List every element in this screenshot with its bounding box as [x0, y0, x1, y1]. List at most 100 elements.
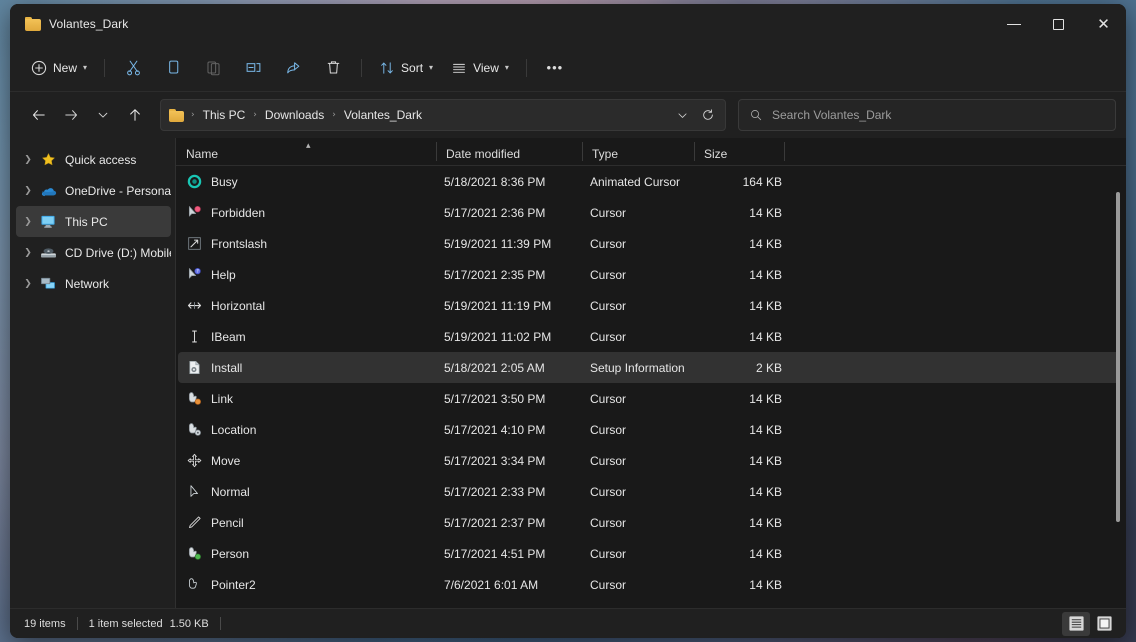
- scrollbar-thumb[interactable]: [1116, 192, 1120, 522]
- details-view-button[interactable]: [1062, 612, 1090, 636]
- back-button[interactable]: [24, 100, 54, 130]
- sidebar-item-label: Network: [65, 277, 109, 291]
- file-type: Cursor: [584, 547, 696, 561]
- close-button[interactable]: ✕: [1081, 4, 1126, 44]
- file-name-cell: IBeam: [182, 329, 438, 345]
- new-button[interactable]: New ▾: [22, 52, 96, 84]
- table-row[interactable]: Move 5/17/2021 3:34 PM Cursor 14 KB: [178, 445, 1120, 476]
- chevron-down-icon: ▾: [83, 63, 87, 72]
- table-row[interactable]: Horizontal 5/19/2021 11:19 PM Cursor 14 …: [178, 290, 1120, 321]
- sort-button[interactable]: Sort ▾: [370, 52, 442, 84]
- sidebar-item-cd-drive[interactable]: ❯ CD Drive (D:) Mobile: [16, 237, 171, 268]
- recent-locations-button[interactable]: [88, 100, 118, 130]
- table-row[interactable]: Frontslash 5/19/2021 11:39 PM Cursor 14 …: [178, 228, 1120, 259]
- arrow-left-icon: [31, 107, 47, 123]
- file-name: Frontslash: [211, 237, 267, 251]
- title-bar[interactable]: Volantes_Dark ✕: [10, 4, 1126, 44]
- breadcrumb-item-downloads[interactable]: Downloads: [259, 104, 330, 126]
- sidebar-item-this-pc[interactable]: ❯ This PC: [16, 206, 171, 237]
- file-date: 5/18/2021 8:36 PM: [438, 175, 584, 189]
- table-row[interactable]: Install 5/18/2021 2:05 AM Setup Informat…: [178, 352, 1120, 383]
- view-button[interactable]: View ▾: [442, 52, 518, 84]
- minimize-button[interactable]: [991, 4, 1036, 44]
- file-name: Forbidden: [211, 206, 265, 220]
- maximize-button[interactable]: [1036, 4, 1081, 44]
- file-type: Cursor: [584, 268, 696, 282]
- normal-cursor-icon: [186, 484, 202, 500]
- see-more-button[interactable]: •••: [535, 52, 575, 84]
- svg-text:?: ?: [196, 269, 198, 275]
- disc-icon: [38, 246, 58, 260]
- breadcrumb[interactable]: › This PC › Downloads › Volantes_Dark: [160, 99, 726, 131]
- sidebar-item-network[interactable]: ❯ Network: [16, 268, 171, 299]
- cut-button[interactable]: [113, 52, 153, 84]
- table-row[interactable]: Pointer2 7/6/2021 6:01 AM Cursor 14 KB: [178, 569, 1120, 600]
- copy-button[interactable]: [153, 52, 193, 84]
- table-row[interactable]: Normal 5/17/2021 2:33 PM Cursor 14 KB: [178, 476, 1120, 507]
- folder-icon: [169, 109, 185, 122]
- up-button[interactable]: [120, 100, 150, 130]
- rename-icon: [245, 59, 262, 76]
- search-input[interactable]: Search Volantes_Dark: [738, 99, 1116, 131]
- file-rows: Busy 5/18/2021 8:36 PM Animated Cursor 1…: [176, 166, 1126, 608]
- chevron-down-icon: [676, 109, 689, 122]
- file-size: 14 KB: [696, 423, 782, 437]
- refresh-button[interactable]: [695, 102, 721, 128]
- chevron-right-icon[interactable]: ❯: [18, 155, 38, 165]
- minimize-icon: [1007, 24, 1021, 25]
- table-row[interactable]: Location 5/17/2021 4:10 PM Cursor 14 KB: [178, 414, 1120, 445]
- large-icons-view-button[interactable]: [1090, 612, 1118, 636]
- file-size: 14 KB: [696, 237, 782, 251]
- paste-button[interactable]: [193, 52, 233, 84]
- status-bar: 19 items 1 item selected 1.50 KB: [10, 608, 1126, 638]
- file-size: 14 KB: [696, 330, 782, 344]
- busy-cursor-icon: [186, 174, 202, 190]
- table-row[interactable]: IBeam 5/19/2021 11:02 PM Cursor 14 KB: [178, 321, 1120, 352]
- share-button[interactable]: [273, 52, 313, 84]
- file-name-cell: Pencil: [182, 515, 438, 531]
- table-row[interactable]: Person 5/17/2021 4:51 PM Cursor 14 KB: [178, 538, 1120, 569]
- sort-icon: [379, 60, 395, 76]
- column-header-type[interactable]: Type: [582, 138, 694, 161]
- window-title: Volantes_Dark: [49, 17, 128, 31]
- chevron-right-icon[interactable]: ❯: [18, 186, 38, 196]
- file-size: 2 KB: [696, 361, 782, 375]
- table-row[interactable]: Forbidden 5/17/2021 2:36 PM Cursor 14 KB: [178, 197, 1120, 228]
- file-type: Setup Information: [584, 361, 696, 375]
- vertical-scrollbar[interactable]: [1112, 178, 1124, 594]
- breadcrumb-item-this-pc[interactable]: This PC: [197, 104, 252, 126]
- address-dropdown-button[interactable]: [669, 102, 695, 128]
- file-size: 14 KB: [696, 299, 782, 313]
- table-row[interactable]: ? Help 5/17/2021 2:35 PM Cursor 14 KB: [178, 259, 1120, 290]
- arrow-right-icon: [63, 107, 79, 123]
- file-size: 14 KB: [696, 578, 782, 592]
- column-header-size[interactable]: Size: [694, 138, 784, 161]
- file-date: 5/17/2021 2:35 PM: [438, 268, 584, 282]
- file-size: 14 KB: [696, 485, 782, 499]
- setup-info-icon: [186, 360, 202, 376]
- chevron-right-icon[interactable]: ❯: [18, 248, 38, 258]
- sidebar-item-quick-access[interactable]: ❯ Quick access: [16, 144, 171, 175]
- column-header-date-modified[interactable]: Date modified: [436, 138, 582, 161]
- table-row[interactable]: Link 5/17/2021 3:50 PM Cursor 14 KB: [178, 383, 1120, 414]
- table-row[interactable]: Busy 5/18/2021 8:36 PM Animated Cursor 1…: [178, 166, 1120, 197]
- sidebar-item-onedrive[interactable]: ❯ OneDrive - Personal: [16, 175, 171, 206]
- file-name-cell: Pointer2: [182, 577, 438, 593]
- chevron-right-icon[interactable]: ❯: [18, 217, 38, 227]
- file-date: 7/6/2021 6:01 AM: [438, 578, 584, 592]
- maximize-icon: [1053, 19, 1064, 30]
- file-name-cell: Forbidden: [182, 205, 438, 221]
- file-type: Cursor: [584, 392, 696, 406]
- table-row[interactable]: Pencil 5/17/2021 2:37 PM Cursor 14 KB: [178, 507, 1120, 538]
- rename-button[interactable]: [233, 52, 273, 84]
- chevron-right-icon[interactable]: ❯: [18, 279, 38, 289]
- search-icon: [749, 108, 763, 122]
- forward-button[interactable]: [56, 100, 86, 130]
- delete-icon: [325, 59, 342, 76]
- search-placeholder: Search Volantes_Dark: [772, 108, 891, 122]
- breadcrumb-item-volantes-dark[interactable]: Volantes_Dark: [338, 104, 428, 126]
- file-name-cell: Normal: [182, 484, 438, 500]
- view-button-label: View: [473, 61, 499, 75]
- file-size: 14 KB: [696, 454, 782, 468]
- delete-button[interactable]: [313, 52, 353, 84]
